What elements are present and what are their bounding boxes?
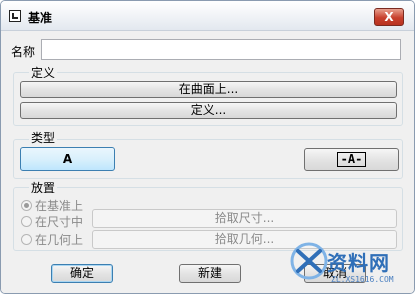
radio-on-geometry[interactable]: 在几何上 [21, 231, 83, 248]
close-icon: X [384, 10, 394, 24]
radio-button-icon [21, 234, 32, 245]
on-surface-button[interactable]: 在曲面上... [20, 81, 397, 98]
ok-button[interactable]: 确定 [51, 264, 113, 283]
type-plain-button[interactable]: A [20, 147, 115, 171]
type-boxed-button[interactable]: -A- [304, 148, 399, 171]
definition-legend: 定义 [29, 64, 58, 81]
radio-button-icon [21, 216, 32, 227]
radio-on-datum[interactable]: 在基准上 [21, 197, 83, 214]
dialog-title: 基准 [28, 11, 53, 25]
define-button[interactable]: 定义... [20, 102, 397, 119]
new-button[interactable]: 新建 [179, 264, 241, 283]
type-boxed-label: -A- [336, 152, 367, 167]
placement-legend: 放置 [29, 179, 58, 196]
name-label: 名称 [11, 45, 36, 59]
datum-icon [9, 10, 21, 22]
radio-button-icon [21, 200, 32, 211]
close-button[interactable]: X [374, 8, 404, 26]
radio-in-dimension[interactable]: 在尺寸中 [21, 213, 83, 230]
datum-dialog: 基准 X 名称 定义 在曲面上... 定义... 类型 A -A- 放置 在基准… [0, 0, 415, 294]
radio-on-geometry-label: 在几何上 [35, 233, 84, 247]
radio-in-dimension-label: 在尺寸中 [35, 215, 84, 229]
pick-dimension-button[interactable]: 拾取尺寸... [92, 209, 397, 228]
watermark-logo-icon [290, 242, 328, 280]
name-input[interactable] [41, 39, 401, 60]
watermark-text: 资料网 [327, 251, 390, 275]
radio-on-datum-label: 在基准上 [35, 199, 84, 213]
title-bar[interactable]: 基准 X [1, 1, 414, 31]
watermark: 资料网 ZL.XS1616.COM [289, 241, 414, 293]
watermark-url: ZL.XS1616.COM [331, 275, 394, 284]
type-legend: 类型 [29, 129, 58, 146]
